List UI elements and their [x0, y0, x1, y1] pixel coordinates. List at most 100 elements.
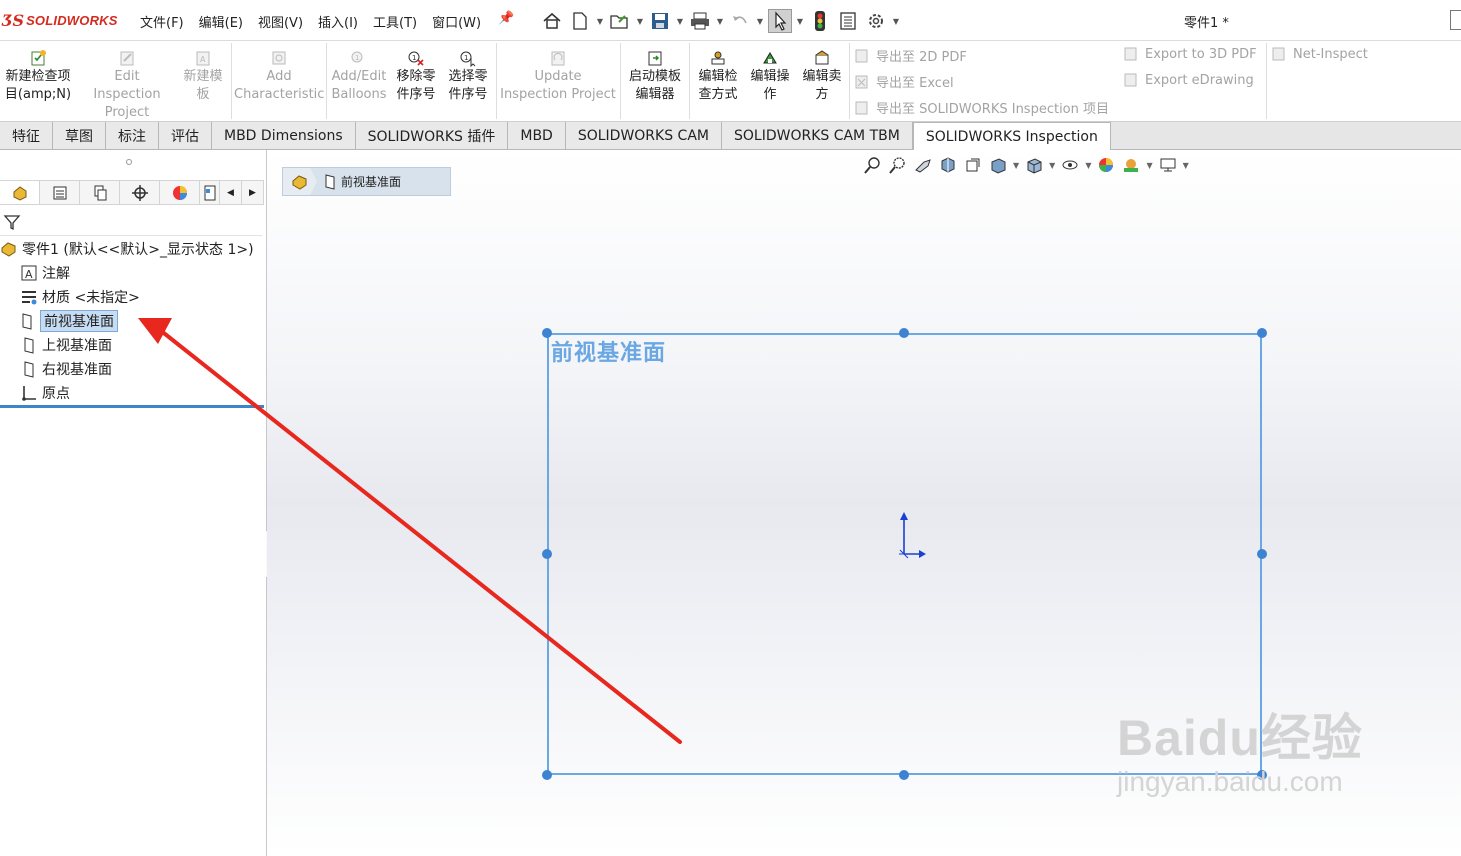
- view-settings-dropdown-icon[interactable]: ▼: [1183, 161, 1189, 170]
- tree-item-top-plane[interactable]: 上视基准面: [20, 334, 112, 356]
- breadcrumb-part-icon[interactable]: [283, 168, 317, 195]
- print-icon[interactable]: [688, 9, 712, 33]
- open-icon[interactable]: [608, 9, 632, 33]
- plane-handle-bottom-mid[interactable]: [899, 770, 909, 780]
- section-view-icon[interactable]: [938, 155, 958, 175]
- display-style-dropdown-icon[interactable]: ▼: [1049, 161, 1055, 170]
- graphics-area[interactable]: 前视基准面 ▼ ▼ ▼ ▼ ▼ 前视基准面 Baidu经验 jingyan.ba…: [267, 150, 1461, 856]
- propertymanager-tab-icon[interactable]: [40, 181, 80, 204]
- view-orientation-icon[interactable]: [988, 155, 1008, 175]
- tab-markup[interactable]: 标注: [106, 122, 159, 149]
- tab-solidworks-cam[interactable]: SOLIDWORKS CAM: [565, 122, 722, 149]
- menu-tools[interactable]: 工具(T): [373, 12, 417, 31]
- export-edrawing-button[interactable]: Export eDrawing: [1123, 72, 1254, 88]
- file-properties-icon[interactable]: [836, 9, 860, 33]
- start-template-editor-button[interactable]: 启动模板编辑器: [624, 49, 686, 104]
- net-inspect-button[interactable]: Net-Inspect: [1271, 46, 1368, 62]
- apply-scene-icon[interactable]: [1121, 155, 1141, 175]
- zoom-to-area-icon[interactable]: [888, 155, 908, 175]
- select-dropdown-icon[interactable]: ▼: [796, 17, 804, 26]
- dynamic-annotation-icon[interactable]: [963, 155, 983, 175]
- filter-icon[interactable]: [3, 213, 21, 231]
- tab-sketch[interactable]: 草图: [53, 122, 106, 149]
- featuremanager-tab-icon[interactable]: [0, 181, 40, 204]
- panel-grip-icon[interactable]: [126, 159, 132, 165]
- configurationmanager-tab-icon[interactable]: [80, 181, 120, 204]
- menu-edit[interactable]: 编辑(E): [199, 12, 243, 31]
- tab-solidworks-inspection[interactable]: SOLIDWORKS Inspection: [912, 122, 1111, 151]
- tree-item-material[interactable]: 材质 <未指定>: [20, 286, 140, 308]
- plane-handle-top-right[interactable]: [1257, 328, 1267, 338]
- menu-file[interactable]: 文件(F): [140, 12, 184, 31]
- plane-handle-top-mid[interactable]: [899, 328, 909, 338]
- add-edit-balloons-button[interactable]: 1 Add/Edit Balloons: [330, 49, 388, 104]
- previous-view-icon[interactable]: [913, 155, 933, 175]
- tab-solidworks-addins[interactable]: SOLIDWORKS 插件: [355, 122, 509, 149]
- undo-icon[interactable]: [728, 9, 752, 33]
- export-sw-inspection-project-button[interactable]: 导出至 SOLIDWORKS Inspection 项目: [854, 98, 1109, 117]
- edit-inspection-method-button[interactable]: 编辑检查方式: [694, 49, 742, 104]
- new-inspection-project-button[interactable]: 新建检查项目(amp;N): [2, 49, 74, 104]
- inspection-tab-icon[interactable]: [200, 181, 220, 204]
- home-icon[interactable]: [540, 9, 564, 33]
- new-dropdown-icon[interactable]: ▼: [596, 17, 604, 26]
- rollback-bar[interactable]: [0, 405, 264, 408]
- zoom-to-fit-icon[interactable]: [863, 155, 883, 175]
- dimxpert-tab-icon[interactable]: [120, 181, 160, 204]
- window-control-icon[interactable]: [1450, 10, 1461, 30]
- display-style-icon[interactable]: [1024, 155, 1044, 175]
- save-dropdown-icon[interactable]: ▼: [676, 17, 684, 26]
- tree-filter-bar[interactable]: [0, 206, 262, 236]
- remove-part-number-button[interactable]: 1 移除零件序号: [392, 49, 440, 104]
- select-part-number-button[interactable]: 1 选择零件序号: [444, 49, 492, 104]
- edit-operation-button[interactable]: 编辑操作: [746, 49, 794, 104]
- new-template-button[interactable]: A 新建模板: [180, 49, 226, 104]
- solidworks-logo[interactable]: ƷS SOLIDWORKS: [2, 10, 118, 30]
- edit-appearance-icon[interactable]: [1096, 155, 1116, 175]
- edit-vendor-button[interactable]: 编辑卖方: [798, 49, 846, 104]
- update-inspection-project-button[interactable]: Update Inspection Project: [500, 49, 616, 104]
- tree-item-annotations[interactable]: A 注解: [20, 262, 70, 284]
- tree-item-front-plane[interactable]: 前视基准面: [18, 310, 118, 332]
- breadcrumb-item-front-plane[interactable]: 前视基准面: [323, 173, 401, 190]
- displaymanager-tab-icon[interactable]: [160, 181, 200, 204]
- tab-scroll-right-icon[interactable]: ▶: [242, 181, 264, 204]
- menu-insert[interactable]: 插入(I): [318, 12, 358, 31]
- export-3d-pdf-button[interactable]: Export to 3D PDF: [1123, 46, 1257, 62]
- tab-features[interactable]: 特征: [0, 122, 53, 149]
- new-template-icon: A: [194, 49, 212, 67]
- plane-handle-bottom-left[interactable]: [542, 770, 552, 780]
- hide-show-dropdown-icon[interactable]: ▼: [1085, 161, 1091, 170]
- undo-dropdown-icon[interactable]: ▼: [756, 17, 764, 26]
- tree-root-part[interactable]: 零件1 (默认<<默认>_显示状态 1>): [0, 238, 254, 260]
- export-excel-button[interactable]: 导出至 Excel: [854, 72, 954, 91]
- add-characteristic-button[interactable]: Add Characteristic: [234, 49, 324, 104]
- view-orientation-dropdown-icon[interactable]: ▼: [1013, 161, 1019, 170]
- plane-handle-mid-right[interactable]: [1257, 549, 1267, 559]
- tree-item-origin[interactable]: 原点: [20, 382, 70, 404]
- options-gear-icon[interactable]: [864, 9, 888, 33]
- tab-solidworks-cam-tbm[interactable]: SOLIDWORKS CAM TBM: [721, 122, 913, 149]
- view-settings-icon[interactable]: [1158, 155, 1178, 175]
- plane-handle-top-left[interactable]: [542, 328, 552, 338]
- traffic-light-icon[interactable]: [808, 9, 832, 33]
- apply-scene-dropdown-icon[interactable]: ▼: [1146, 161, 1152, 170]
- tree-item-right-plane[interactable]: 右视基准面: [20, 358, 112, 380]
- options-dropdown-icon[interactable]: ▼: [892, 17, 900, 26]
- save-icon[interactable]: [648, 9, 672, 33]
- tab-evaluate[interactable]: 评估: [159, 122, 212, 149]
- tab-mbd-dimensions[interactable]: MBD Dimensions: [212, 122, 356, 149]
- menu-view[interactable]: 视图(V): [258, 12, 303, 31]
- edit-inspection-project-button[interactable]: Edit Inspection Project: [80, 49, 174, 122]
- tab-scroll-left-icon[interactable]: ◀: [220, 181, 242, 204]
- print-dropdown-icon[interactable]: ▼: [716, 17, 724, 26]
- tab-mbd[interactable]: MBD: [508, 122, 566, 149]
- open-dropdown-icon[interactable]: ▼: [636, 17, 644, 26]
- new-document-icon[interactable]: [568, 9, 592, 33]
- menu-window[interactable]: 窗口(W): [432, 12, 481, 31]
- select-arrow-icon[interactable]: [768, 9, 792, 33]
- pin-icon[interactable]: 📌: [498, 11, 514, 26]
- plane-handle-mid-left[interactable]: [542, 549, 552, 559]
- export-2d-pdf-button[interactable]: 导出至 2D PDF: [854, 46, 967, 65]
- hide-show-items-icon[interactable]: [1060, 155, 1080, 175]
